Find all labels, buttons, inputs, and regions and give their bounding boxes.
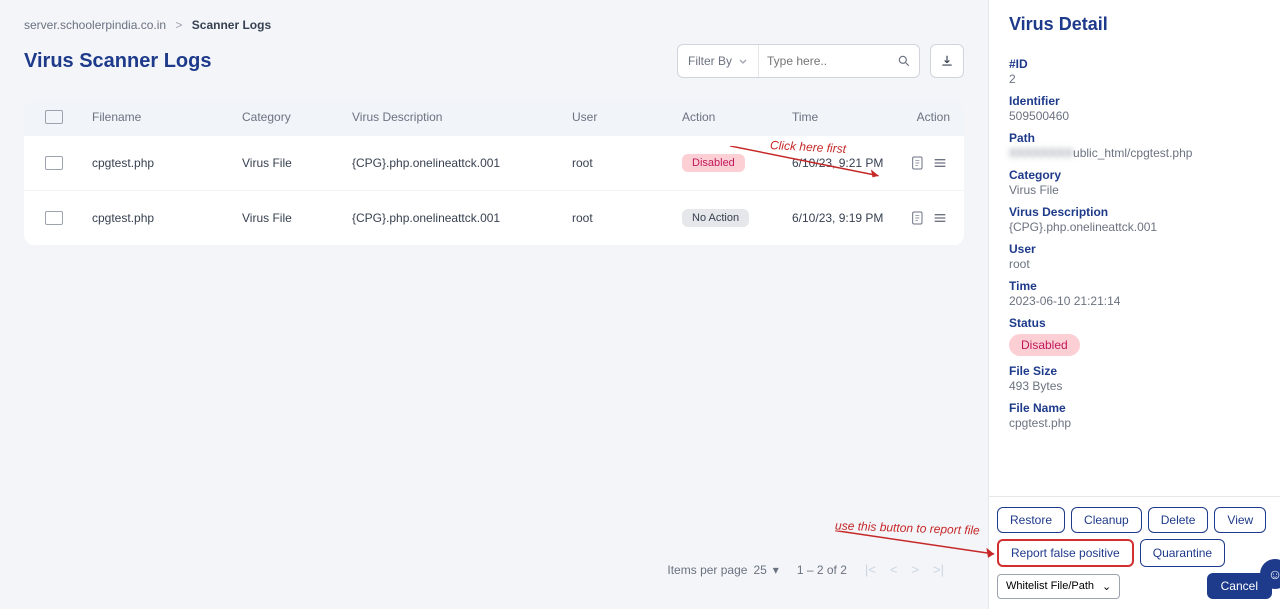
cell-user: root xyxy=(564,211,674,225)
detail-path: XXXXXXXXublic_html/cpgtest.php xyxy=(1009,146,1260,160)
logs-table: Filename Category Virus Description User… xyxy=(24,98,964,246)
download-button[interactable] xyxy=(930,44,964,78)
delete-button[interactable]: Delete xyxy=(1148,507,1209,533)
detail-actions: Restore Cleanup Delete View Report false… xyxy=(989,496,1280,609)
table-header: Filename Category Virus Description User… xyxy=(24,98,964,136)
breadcrumb-current: Scanner Logs xyxy=(192,18,271,32)
detail-filesize: 493 Bytes xyxy=(1009,379,1260,393)
detail-user: root xyxy=(1009,257,1260,271)
page-title: Virus Scanner Logs xyxy=(24,50,211,73)
search-box: Filter By xyxy=(677,44,920,78)
breadcrumb-link[interactable]: server.schoolerpindia.co.in xyxy=(24,18,166,32)
detail-id: 2 xyxy=(1009,72,1260,86)
filter-by-dropdown[interactable]: Filter By xyxy=(678,45,759,77)
page-first[interactable]: |< xyxy=(865,562,876,577)
detail-vdesc: {CPG}.php.onelineattck.001 xyxy=(1009,220,1260,234)
menu-icon[interactable] xyxy=(932,155,948,171)
cell-time: 6/10/23, 9:19 PM xyxy=(784,211,904,225)
detail-identifier: 509500460 xyxy=(1009,109,1260,123)
breadcrumb: server.schoolerpindia.co.in > Scanner Lo… xyxy=(24,18,964,32)
detail-panel: Virus Detail #ID 2 Identifier 509500460 … xyxy=(988,0,1280,609)
cell-desc: {CPG}.php.onelineattck.001 xyxy=(344,156,564,170)
table-row: cpgtest.php Virus File {CPG}.php.oneline… xyxy=(24,136,964,191)
detail-title: Virus Detail xyxy=(989,0,1280,39)
detail-icon[interactable] xyxy=(910,210,926,226)
detail-icon[interactable] xyxy=(910,155,926,171)
detail-time: 2023-06-10 21:21:14 xyxy=(1009,294,1260,308)
chevron-down-icon[interactable]: ▾ xyxy=(773,563,779,577)
cell-user: root xyxy=(564,156,674,170)
cell-filename: cpgtest.php xyxy=(84,156,234,170)
status-badge: No Action xyxy=(682,209,749,227)
cell-category: Virus File xyxy=(234,156,344,170)
page-size-select[interactable]: 25 xyxy=(753,563,766,577)
table-row: cpgtest.php Virus File {CPG}.php.oneline… xyxy=(24,191,964,246)
whitelist-select[interactable]: Whitelist File/Path ⌄ xyxy=(997,574,1120,599)
restore-button[interactable]: Restore xyxy=(997,507,1065,533)
cleanup-button[interactable]: Cleanup xyxy=(1071,507,1142,533)
page-last[interactable]: >| xyxy=(933,562,944,577)
pagination: Items per page 25 ▾ 1 – 2 of 2 |< < > >| xyxy=(24,548,964,591)
row-checkbox[interactable] xyxy=(45,211,63,225)
cell-category: Virus File xyxy=(234,211,344,225)
cell-time: 6/10/23, 9:21 PM xyxy=(784,156,904,170)
page-range: 1 – 2 of 2 xyxy=(797,563,847,577)
chevron-down-icon: ⌄ xyxy=(1102,580,1111,593)
row-checkbox[interactable] xyxy=(45,156,63,170)
detail-category: Virus File xyxy=(1009,183,1260,197)
view-button[interactable]: View xyxy=(1214,507,1266,533)
detail-filename: cpgtest.php xyxy=(1009,416,1260,430)
quarantine-button[interactable]: Quarantine xyxy=(1140,539,1225,567)
search-input[interactable] xyxy=(759,45,889,77)
cell-desc: {CPG}.php.onelineattck.001 xyxy=(344,211,564,225)
status-badge: Disabled xyxy=(682,154,745,172)
page-prev[interactable]: < xyxy=(890,562,898,577)
search-icon[interactable] xyxy=(889,54,919,68)
chevron-down-icon xyxy=(738,56,748,66)
report-false-positive-button[interactable]: Report false positive xyxy=(997,539,1134,567)
download-icon xyxy=(940,54,954,68)
cell-filename: cpgtest.php xyxy=(84,211,234,225)
menu-icon[interactable] xyxy=(932,210,948,226)
page-next[interactable]: > xyxy=(911,562,919,577)
select-all-checkbox[interactable] xyxy=(45,110,63,124)
detail-status: Disabled xyxy=(1009,334,1080,356)
